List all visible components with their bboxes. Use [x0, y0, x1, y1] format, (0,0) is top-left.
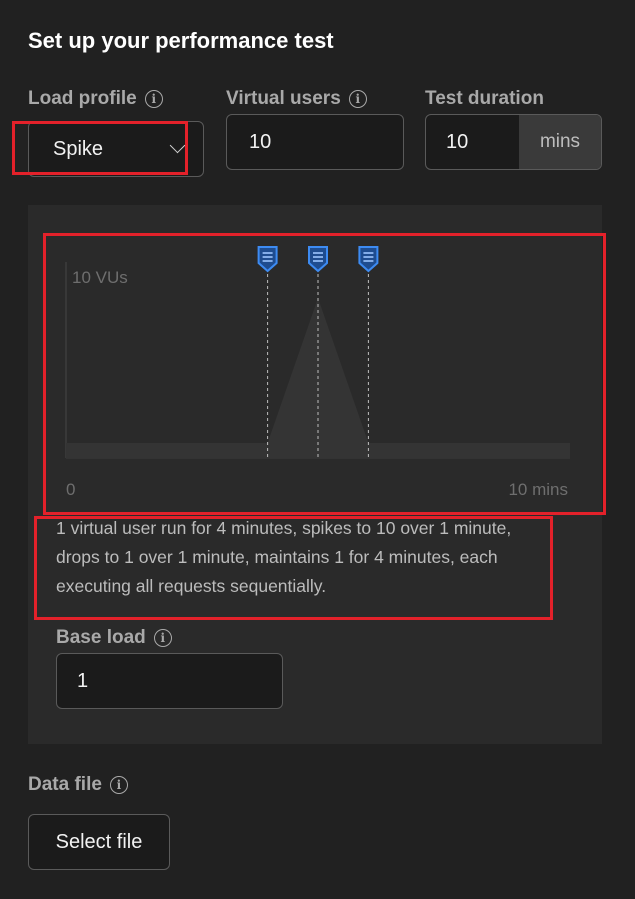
- virtual-users-input[interactable]: 10: [226, 114, 404, 170]
- chevron-down-icon: [169, 137, 186, 154]
- test-duration-value: 10: [446, 130, 469, 153]
- virtual-users-label-text: Virtual users: [226, 88, 341, 109]
- virtual-users-label: Virtual users i: [226, 88, 367, 110]
- select-file-button[interactable]: Select file: [28, 814, 170, 870]
- base-load-label-text: Base load: [56, 627, 146, 648]
- test-duration-input[interactable]: 10 mins: [425, 114, 602, 170]
- test-duration-label-text: Test duration: [425, 88, 544, 109]
- test-duration-label: Test duration: [425, 88, 544, 110]
- load-profile-select[interactable]: Spike: [28, 121, 204, 177]
- load-description: 1 virtual user run for 4 minutes, spikes…: [56, 518, 512, 596]
- virtual-users-value: 10: [249, 130, 272, 153]
- page-title: Set up your performance test: [28, 28, 334, 53]
- info-icon[interactable]: i: [109, 776, 128, 794]
- x-start-label: 0: [66, 480, 75, 499]
- request-marker-icon[interactable]: [358, 246, 379, 273]
- load-profile-label-text: Load profile: [28, 88, 137, 109]
- load-profile-label: Load profile i: [28, 88, 163, 110]
- load-profile-value: Spike: [53, 137, 104, 160]
- y-max-label: 10 VUs: [72, 268, 128, 287]
- info-icon[interactable]: i: [144, 90, 163, 108]
- base-load-label: Base load i: [56, 627, 172, 649]
- duration-unit: mins: [519, 115, 601, 169]
- x-end-label: 10 mins: [508, 480, 568, 499]
- request-marker-icon[interactable]: [257, 246, 278, 273]
- base-load-input[interactable]: 1: [56, 653, 283, 709]
- base-load-value: 1: [77, 669, 89, 692]
- data-file-label: Data file i: [28, 774, 128, 796]
- request-marker-icon[interactable]: [308, 246, 328, 273]
- info-icon[interactable]: i: [153, 629, 172, 647]
- data-file-label-text: Data file: [28, 774, 102, 795]
- load-chart: 10 VUs 0 10 mins: [65, 246, 570, 499]
- info-icon[interactable]: i: [348, 90, 367, 108]
